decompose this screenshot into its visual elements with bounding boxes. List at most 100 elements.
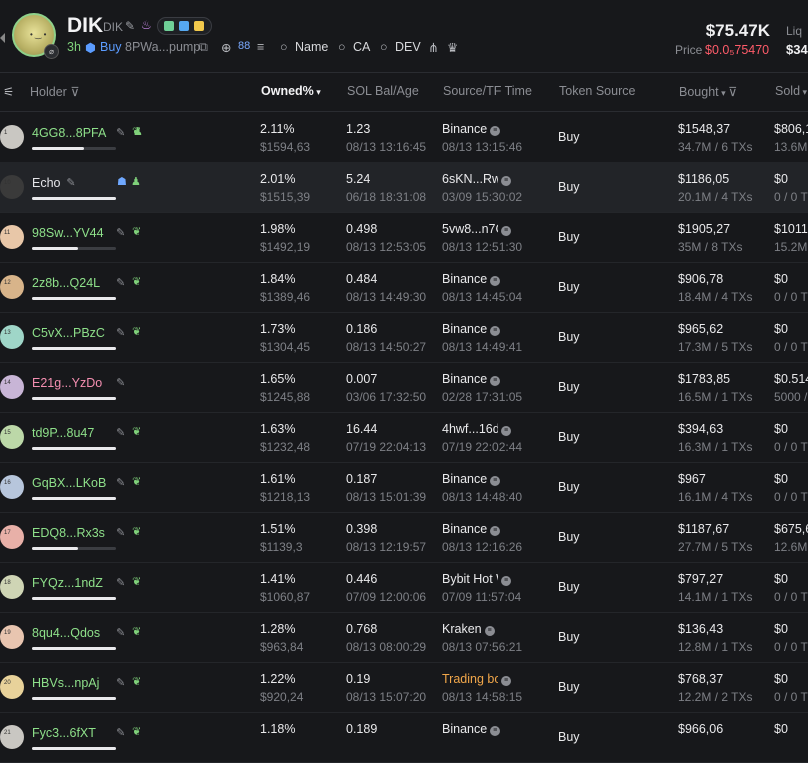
crown-icon[interactable]: ♛ xyxy=(447,40,458,55)
fresh-wallet-leaf-icon: ❦ xyxy=(132,226,142,238)
bundle-icon[interactable]: 88 xyxy=(238,40,250,52)
buy-link[interactable]: Buy xyxy=(100,40,122,54)
holder-address[interactable]: EDQ8...Rx3s xyxy=(32,526,105,540)
collapse-arrow-icon[interactable] xyxy=(0,33,5,43)
holder-address[interactable]: Fyc3...6fXT xyxy=(32,726,96,740)
funding-source[interactable]: Bybit Hot W≡ xyxy=(442,572,511,586)
col-sol-bal[interactable]: SOL Bal/Age xyxy=(347,84,419,98)
edit-pencil-icon[interactable]: ✎ xyxy=(116,676,125,689)
table-row[interactable]: 19 8qu4...Qdos ✎ ❦ 1.28% $963,84 0.768 08/13 08… xyxy=(0,612,808,663)
holding-progress-fill xyxy=(32,697,116,700)
lightning-tag-icon[interactable] xyxy=(194,21,204,31)
edit-pencil-icon[interactable]: ✎ xyxy=(116,526,125,539)
holder-address[interactable]: C5vX...PBzC xyxy=(32,326,105,340)
liquidity-value: $34 xyxy=(786,42,808,57)
sold-amount-txs: 0 / 0 TX xyxy=(774,590,808,604)
owned-usd: $1389,46 xyxy=(260,290,311,304)
search-name-link[interactable]: Name xyxy=(295,40,328,54)
holder-address[interactable]: 98Sw...YV44 xyxy=(32,226,104,240)
funding-source[interactable]: Kraken ≡ xyxy=(442,622,495,636)
edit-pencil-icon[interactable]: ✎ xyxy=(66,176,75,189)
funding-source[interactable]: Binance ≡ xyxy=(442,522,501,536)
sol-age-time: 08/13 14:49:30 xyxy=(346,290,427,304)
table-row[interactable]: 20 HBVs...npAj ✎ ❦ 1.22% $920,24 0.19 08/13 15:… xyxy=(0,662,808,713)
owned-usd: $963,84 xyxy=(260,640,304,654)
col-owned[interactable]: Owned% ▾ xyxy=(261,84,321,98)
funding-source[interactable]: 6sKN...Rwi≡ xyxy=(442,172,511,186)
bought-usd: $1187,67 xyxy=(678,522,730,536)
funding-source[interactable]: Trading bo ≡ xyxy=(442,672,511,686)
col-bought[interactable]: Bought ▾ ⊽ xyxy=(679,84,737,99)
exchange-icon: ≡ xyxy=(490,726,501,736)
col-sold[interactable]: Sold ▾ xyxy=(775,84,807,98)
exchange-icon: ≡ xyxy=(501,676,511,686)
dex-shield-icon: ⬢ xyxy=(85,41,96,55)
table-row[interactable]: 18 FYQz...1ndZ ✎ ❦ 1.41% $1060,87 0.446 07/09 1… xyxy=(0,562,808,613)
verified-tag-icon[interactable] xyxy=(179,21,189,31)
community-tag-icon[interactable] xyxy=(164,21,174,31)
edit-pencil-icon[interactable]: ✎ xyxy=(116,626,125,639)
settings-sliders-icon[interactable]: ⚟ xyxy=(3,84,14,99)
funding-source[interactable]: Binance ≡ xyxy=(442,372,501,386)
table-row[interactable]: 21 Fyc3...6fXT ✎ ❦ 1.18% 0.189 Binance ≡ Buy $966… xyxy=(0,712,808,763)
holder-address[interactable]: HBVs...npAj xyxy=(32,676,99,690)
edit-pencil-icon[interactable]: ✎ xyxy=(116,326,125,339)
holding-progress-bar xyxy=(32,447,116,450)
filter-icon[interactable]: ⊽ xyxy=(70,85,79,99)
table-row[interactable]: 10 Echo ✎ ☗ ♟ 2.01% $1515,39 5.24 06/18 18:31:08… xyxy=(0,162,808,213)
edit-pencil-icon[interactable]: ✎ xyxy=(116,276,125,289)
table-row[interactable]: 12 2z8b...Q24L ✎ ❦ 1.84% $1389,46 0.484 08/13 1… xyxy=(0,262,808,313)
holder-address[interactable]: 4GG8...8PFA xyxy=(32,126,106,140)
col-source-tf[interactable]: Source/TF Time xyxy=(443,84,532,98)
holder-address[interactable]: td9P...8u47 xyxy=(32,426,94,440)
sold-usd: $806,1 xyxy=(774,122,808,136)
holder-address[interactable]: Echo xyxy=(32,176,61,190)
table-row[interactable]: 15 td9P...8u47 ✎ ❦ 1.63% $1232,48 16.44 07/19 2… xyxy=(0,412,808,463)
holding-progress-bar xyxy=(32,547,116,550)
table-row[interactable]: 16 GqBX...LKoB ✎ ❦ 1.61% $1218,13 0.187 08/13 1… xyxy=(0,462,808,513)
edit-pencil-icon[interactable]: ✎ xyxy=(116,126,125,139)
funding-source[interactable]: 4hwf...16dS≡ xyxy=(442,422,511,436)
holder-address[interactable]: FYQz...1ndZ xyxy=(32,576,103,590)
holder-address[interactable]: 2z8b...Q24L xyxy=(32,276,100,290)
funding-source[interactable]: Binance ≡ xyxy=(442,272,501,286)
edit-pencil-icon[interactable]: ✎ xyxy=(116,376,125,389)
col-token-source[interactable]: Token Source xyxy=(559,84,635,98)
holder-address[interactable]: E21g...YzDo xyxy=(32,376,102,390)
holder-address[interactable]: 8qu4...Qdos xyxy=(32,626,100,640)
copy-icon[interactable]: ⧉ xyxy=(199,40,208,55)
table-row[interactable]: 13 C5vX...PBzC ✎ ❦ 1.73% $1304,45 0.186 08/13 1… xyxy=(0,312,808,363)
bought-amount-txs: 18.4M / 4 TXs xyxy=(678,290,753,304)
filter-icon[interactable]: ⊽ xyxy=(728,85,737,99)
funding-source[interactable]: Binance ≡ xyxy=(442,722,501,736)
funding-time: 08/13 12:16:26 xyxy=(442,540,523,554)
edit-pencil-icon[interactable]: ✎ xyxy=(125,19,135,33)
share-icon[interactable]: ⋔ xyxy=(428,40,438,55)
funding-source[interactable]: Binance ≡ xyxy=(442,472,501,486)
table-row[interactable]: 17 EDQ8...Rx3s ✎ ❦ 1.51% $1139,3 0.398 08/13 12… xyxy=(0,512,808,563)
sold-usd: $0 xyxy=(774,322,788,336)
col-holder[interactable]: Holder ⊽ xyxy=(30,84,79,99)
search-dev-link[interactable]: DEV xyxy=(395,40,421,54)
sold-amount-txs: 0 / 0 TX xyxy=(774,290,808,304)
funding-source[interactable]: Binance ≡ xyxy=(442,322,501,336)
edit-pencil-icon[interactable]: ✎ xyxy=(116,726,125,739)
holder-address[interactable]: GqBX...LKoB xyxy=(32,476,106,490)
funding-source[interactable]: Binance ≡ xyxy=(442,122,501,136)
globe-icon[interactable]: ⊕ xyxy=(221,40,231,55)
table-row[interactable]: 11 98Sw...YV44 ✎ ❦ 1.98% $1492,19 0.498 08/13 1… xyxy=(0,212,808,263)
sold-usd: $675,6 xyxy=(774,522,808,536)
funding-source[interactable]: 5vw8...n7C≡ xyxy=(442,222,511,236)
token-icon[interactable]: ≡ xyxy=(257,40,264,54)
edit-pencil-icon[interactable]: ✎ xyxy=(116,426,125,439)
edit-pencil-icon[interactable]: ✎ xyxy=(116,226,125,239)
search-ca-link[interactable]: CA xyxy=(353,40,370,54)
edit-pencil-icon[interactable]: ✎ xyxy=(116,476,125,489)
table-row[interactable]: 14 E21g...YzDo ✎ 1.65% $1245,88 0.007 03/06 17… xyxy=(0,362,808,413)
bought-usd: $1905,27 xyxy=(678,222,731,236)
edit-pencil-icon[interactable]: ✎ xyxy=(116,576,125,589)
ghost-icon: ☗ xyxy=(117,176,127,188)
table-row[interactable]: 1 4GG8...8PFA ✎ ❦ ♟ 2.11% $1594,63 1.23 08/13 13… xyxy=(0,112,808,163)
token-address[interactable]: 8PWa...pump xyxy=(125,40,200,54)
holder-avatar: 18 xyxy=(0,575,24,599)
